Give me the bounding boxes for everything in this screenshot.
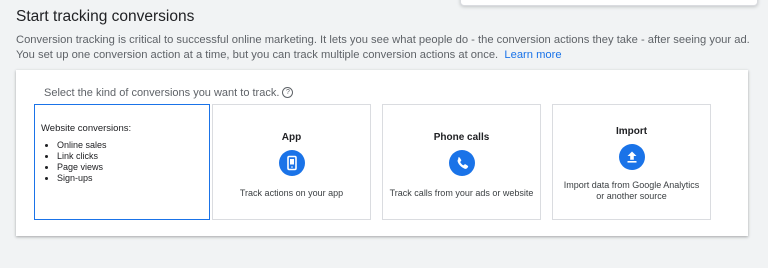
app-option-description: Track actions on your app — [239, 188, 344, 198]
learn-more-link[interactable]: Learn more — [504, 49, 561, 61]
intro-text: Conversion tracking is critical to succe… — [16, 33, 756, 63]
option-website-conversions[interactable]: Website conversions: Online sales Link c… — [34, 104, 210, 220]
phone-calls-option-description: Track calls from your ads or website — [389, 188, 534, 198]
select-prompt-label: Select the kind of conversions you want … — [44, 87, 280, 99]
select-prompt: Select the kind of conversions you want … — [44, 87, 294, 99]
option-app[interactable]: App Track actions on your app — [212, 104, 371, 220]
list-item: Page views — [57, 162, 107, 173]
conversion-type-card: Select the kind of conversions you want … — [16, 70, 748, 236]
upload-icon — [618, 144, 645, 170]
list-item: Sign-ups — [57, 173, 107, 184]
website-conversions-title: Website conversions: — [41, 123, 132, 134]
app-option-title: App — [281, 132, 302, 143]
import-option-title: Import — [615, 126, 648, 137]
list-item: Online sales — [57, 140, 107, 151]
website-conversions-list: Online sales Link clicks Page views Sign… — [41, 140, 107, 184]
help-icon[interactable]: ? — [282, 87, 294, 98]
mobile-app-icon — [278, 150, 305, 176]
list-item: Link clicks — [57, 151, 107, 162]
phone-icon — [448, 150, 475, 176]
import-option-description: Import data from Google Analytics or ano… — [563, 180, 700, 201]
option-phone-calls[interactable]: Phone calls Track calls from your ads or… — [382, 104, 541, 220]
overlay-panel-edge — [460, 0, 758, 6]
page-title: Start tracking conversions — [16, 8, 195, 25]
phone-calls-option-title: Phone calls — [433, 132, 490, 143]
intro-paragraph: Conversion tracking is critical to succe… — [16, 34, 750, 61]
option-import[interactable]: Import Import data from Google Analytics… — [552, 104, 711, 220]
